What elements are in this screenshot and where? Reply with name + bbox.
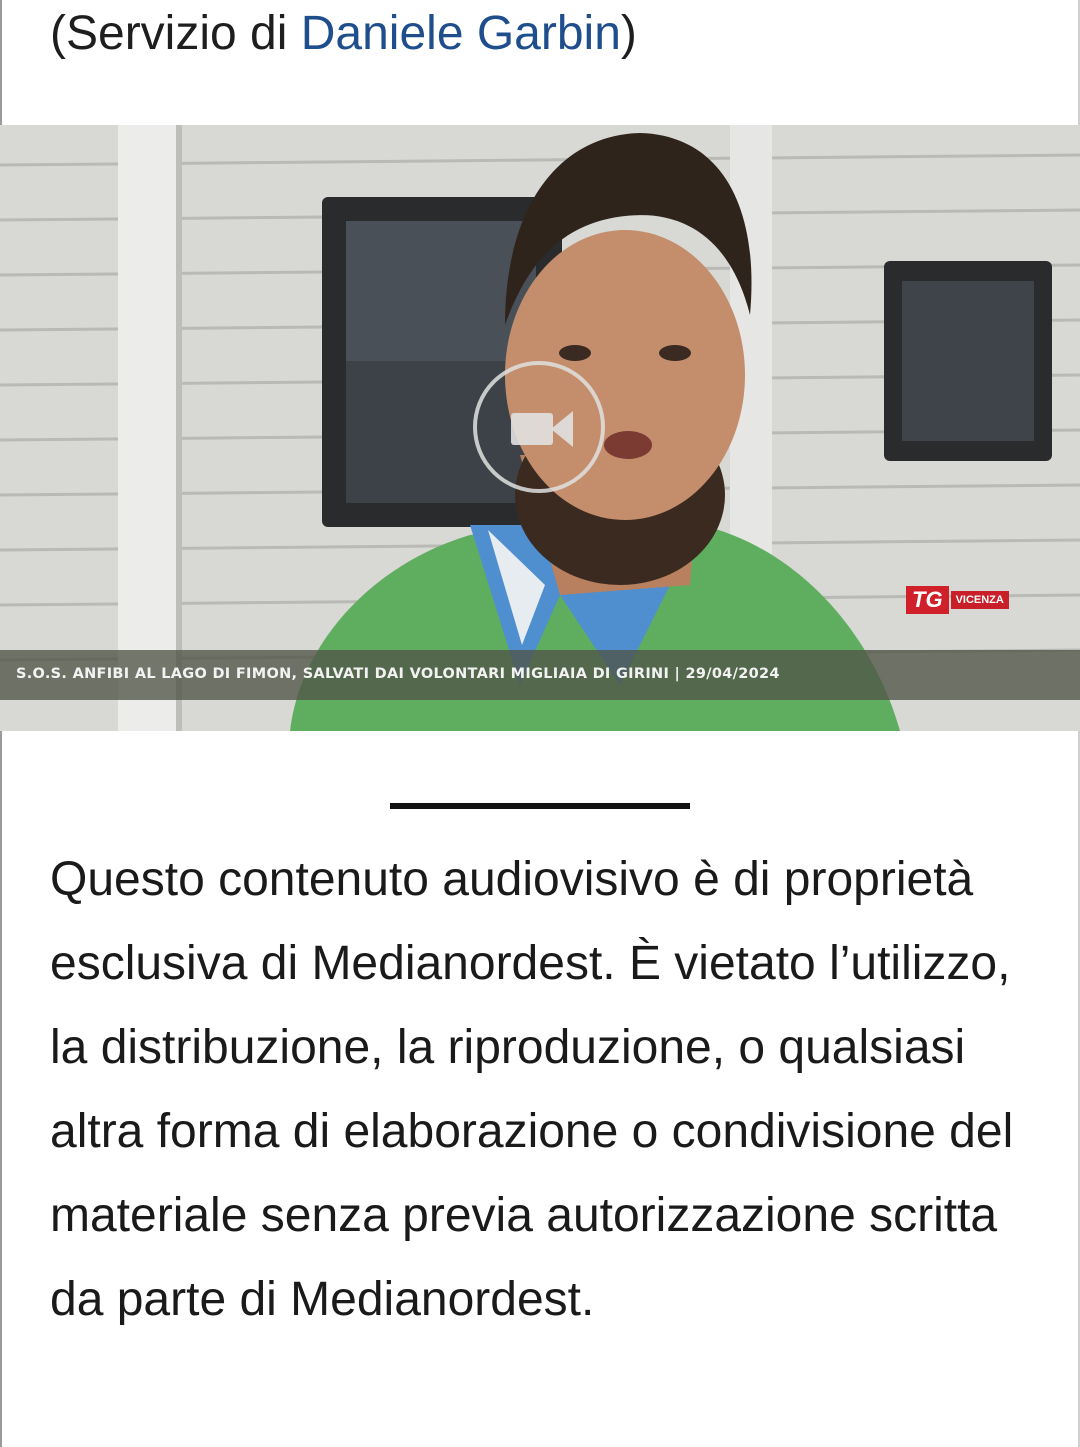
video-credit-line: (Servizio di Daniele Garbin) xyxy=(50,4,637,64)
section-divider xyxy=(390,803,690,809)
tg-vicenza-logo: TG VICENZA xyxy=(906,586,1014,614)
credit-prefix: (Servizio di xyxy=(50,7,301,60)
play-button[interactable] xyxy=(473,361,605,493)
tg-logo-mark: TG xyxy=(906,586,949,614)
video-caption: S.O.S. ANFIBI AL LAGO DI FIMON, SALVATI … xyxy=(16,666,780,682)
copyright-disclaimer: Questo contenuto audiovisivo è di propri… xyxy=(50,853,1014,1326)
tg-logo-city: VICENZA xyxy=(950,591,1009,609)
credit-suffix: ) xyxy=(620,7,637,60)
video-player[interactable]: TG VICENZA S.O.S. ANFIBI AL LAGO DI FIMO… xyxy=(0,125,1080,731)
author-link[interactable]: Daniele Garbin xyxy=(301,7,621,60)
